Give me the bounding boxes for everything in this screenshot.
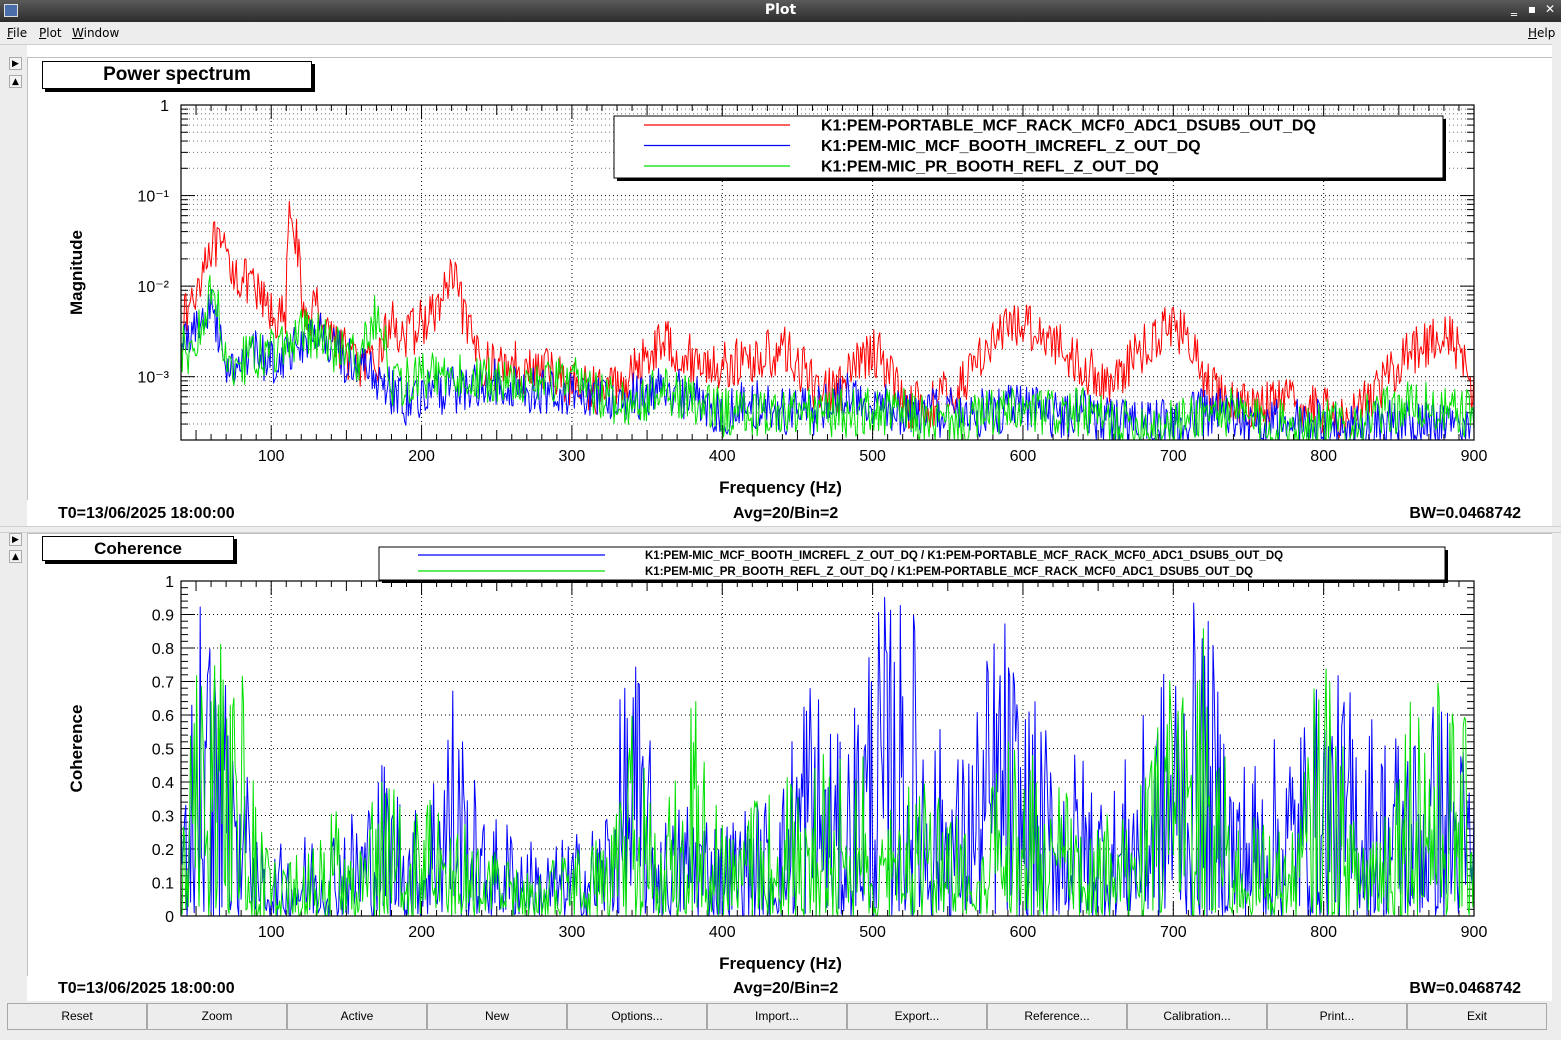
- y-tick-label: 0: [165, 909, 174, 926]
- coherence-panel: 100 200 300 400 500 600 700 800 900 0 0.1 0.2 0.3 0.4…: [27, 533, 1552, 976]
- x-tick-label: 900: [1461, 924, 1488, 941]
- avg-label: Avg=20/Bin=2: [733, 980, 839, 997]
- series-line: [180, 274, 1475, 441]
- top-status-row: T0=13/06/2025 18:00:00 Avg=20/Bin=2 BW=0…: [27, 503, 1552, 525]
- bw-label: BW=0.0468742: [1409, 505, 1521, 522]
- x-tick-label: 400: [709, 924, 736, 941]
- x-tick-label: 800: [1310, 448, 1337, 465]
- t0-label: T0=13/06/2025 18:00:00: [58, 505, 235, 522]
- bw-label: BW=0.0468742: [1409, 980, 1521, 997]
- expand-arrow-icon[interactable]: ▶: [9, 533, 22, 546]
- y-tick-label: 0.2: [152, 842, 174, 859]
- maximize-icon[interactable]: ▪: [1524, 2, 1540, 16]
- y-tick-label: 0.4: [152, 775, 174, 792]
- x-tick-label: 100: [258, 448, 285, 465]
- import-button[interactable]: Import...: [707, 1003, 847, 1030]
- y-tick-label: 0.3: [152, 809, 174, 826]
- x-tick-label: 300: [559, 448, 586, 465]
- x-tick-label: 500: [859, 448, 886, 465]
- x-tick-label: 900: [1461, 448, 1488, 465]
- y-axis-label: Coherence: [67, 705, 86, 793]
- new-button[interactable]: New: [427, 1003, 567, 1030]
- close-icon[interactable]: ✕: [1542, 2, 1558, 16]
- legend-entry: K1:PEM-MIC_PR_BOOTH_REFL_Z_OUT_DQ / K1:P…: [645, 566, 1253, 578]
- minimize-icon[interactable]: ‗: [1506, 2, 1522, 16]
- y-axis-label: Magnitude: [67, 230, 86, 315]
- y-tick-label: 1: [160, 98, 169, 115]
- export-button[interactable]: Export...: [847, 1003, 987, 1030]
- x-tick-label: 600: [1010, 924, 1037, 941]
- coherence-chart: 100 200 300 400 500 600 700 800 900 0 0.1 0.2 0.3 0.4…: [67, 546, 1488, 973]
- coherence-svg[interactable]: 100 200 300 400 500 600 700 800 900 0 0.1 0.2 0.3 0.4…: [28, 534, 1553, 977]
- menu-help[interactable]: Help: [1528, 26, 1555, 40]
- bottom-panel-sidebar: ▶ ▲: [0, 533, 27, 1001]
- window-title: Plot: [764, 2, 797, 18]
- y-tick-label: 10⁻²: [137, 279, 169, 296]
- collapse-arrow-icon[interactable]: ▲: [9, 75, 22, 88]
- x-tick-label: 400: [709, 448, 736, 465]
- t0-label: T0=13/06/2025 18:00:00: [58, 980, 235, 997]
- y-tick-label: 0.5: [152, 742, 174, 759]
- active-button[interactable]: Active: [287, 1003, 427, 1030]
- x-tick-label: 700: [1160, 448, 1187, 465]
- x-tick-label: 300: [559, 924, 586, 941]
- menu-plot[interactable]: Plot: [39, 26, 62, 40]
- print-button[interactable]: Print...: [1267, 1003, 1407, 1030]
- x-tick-label: 800: [1310, 924, 1337, 941]
- options-button[interactable]: Options...: [567, 1003, 707, 1030]
- legend-entry: K1:PEM-PORTABLE_MCF_RACK_MCF0_ADC1_DSUB5…: [821, 118, 1316, 135]
- x-tick-label: 500: [859, 924, 886, 941]
- menu-window[interactable]: Window: [72, 26, 119, 40]
- power-spectrum-panel: 100 200 300 400 500 600 700 800 900 1 10⁻¹ 10⁻² 10⁻³…: [27, 57, 1552, 500]
- power-spectrum-svg[interactable]: 100 200 300 400 500 600 700 800 900 1 10⁻¹ 10⁻² 10⁻³…: [28, 58, 1553, 501]
- reference-button[interactable]: Reference...: [987, 1003, 1127, 1030]
- calibration-button[interactable]: Calibration...: [1127, 1003, 1267, 1030]
- reset-button[interactable]: Reset: [7, 1003, 147, 1030]
- x-tick-label: 600: [1010, 448, 1037, 465]
- x-tick-label: 200: [408, 448, 435, 465]
- right-edge: [1552, 44, 1561, 1001]
- y-tick-label: 0.9: [152, 608, 174, 625]
- avg-label: Avg=20/Bin=2: [733, 505, 839, 522]
- top-panel-sidebar: ▶ ▲: [0, 45, 27, 527]
- panel-title: Power spectrum: [42, 61, 312, 89]
- y-tick-label: 0.6: [152, 708, 174, 725]
- bottom-status-row: T0=13/06/2025 18:00:00 Avg=20/Bin=2 BW=0…: [27, 978, 1552, 1000]
- y-tick-label: 0.7: [152, 675, 174, 692]
- collapse-arrow-icon[interactable]: ▲: [9, 550, 22, 563]
- power-spectrum-chart: 100 200 300 400 500 600 700 800 900 1 10⁻¹ 10⁻² 10⁻³…: [67, 98, 1487, 497]
- button-bar: Reset Zoom Active New Options... Import.…: [0, 1001, 1561, 1040]
- menu-bar: File Plot Window Help: [0, 22, 1561, 45]
- legend-entry: K1:PEM-MIC_MCF_BOOTH_IMCREFL_Z_OUT_DQ: [821, 138, 1201, 155]
- x-axis-label: Frequency (Hz): [719, 954, 842, 973]
- x-tick-label: 200: [408, 924, 435, 941]
- legend-entry: K1:PEM-MIC_MCF_BOOTH_IMCREFL_Z_OUT_DQ / …: [645, 550, 1283, 562]
- panel-title: Coherence: [42, 536, 234, 561]
- expand-arrow-icon[interactable]: ▶: [9, 57, 22, 70]
- y-tick-label: 0.1: [152, 876, 174, 893]
- x-axis-label: Frequency (Hz): [719, 478, 842, 497]
- y-tick-label: 10⁻³: [137, 370, 169, 387]
- y-tick-label: 0.8: [152, 641, 174, 658]
- legend-entry: K1:PEM-MIC_PR_BOOTH_REFL_Z_OUT_DQ: [821, 159, 1159, 176]
- x-tick-label: 700: [1160, 924, 1187, 941]
- y-tick-label: 10⁻¹: [137, 189, 169, 206]
- y-tick-label: 1: [165, 574, 174, 591]
- zoom-button[interactable]: Zoom: [147, 1003, 287, 1030]
- panel-divider[interactable]: [0, 526, 1561, 533]
- menu-file[interactable]: File: [7, 26, 27, 40]
- exit-button[interactable]: Exit: [1407, 1003, 1547, 1030]
- x-tick-label: 100: [258, 924, 285, 941]
- window-titlebar: Plot ‗ ▪ ✕: [0, 0, 1561, 22]
